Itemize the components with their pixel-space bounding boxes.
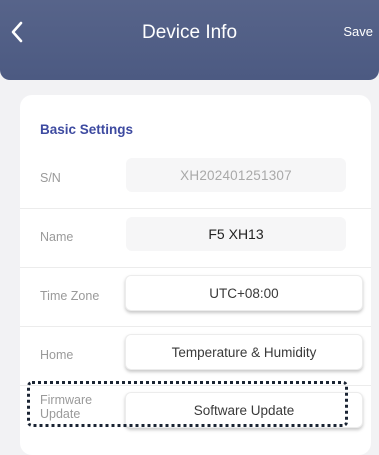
header-bar: Device Info Save [0, 0, 379, 80]
name-label: Name [40, 230, 74, 244]
row-home: Home Temperature & Humidity [20, 327, 371, 385]
row-firmware-update: Firmware Update Software Update [20, 386, 371, 444]
time-zone-label: Time Zone [40, 289, 100, 303]
software-update-button[interactable]: Software Update [125, 392, 363, 428]
settings-card: Basic Settings S/N XH202401251307 Name F… [20, 95, 371, 455]
home-button[interactable]: Temperature & Humidity [125, 334, 363, 370]
row-serial-number: S/N XH202401251307 [20, 150, 371, 208]
save-button[interactable]: Save [343, 24, 373, 40]
name-input[interactable]: F5 XH13 [126, 217, 346, 251]
home-label: Home [40, 348, 74, 362]
page-title: Device Info [141, 22, 238, 43]
serial-number-label: S/N [40, 171, 61, 185]
row-name: Name F5 XH13 [20, 209, 371, 267]
row-time-zone: Time Zone UTC+08:00 [20, 268, 371, 326]
firmware-update-label: Firmware Update [40, 393, 93, 421]
section-title: Basic Settings [40, 122, 134, 137]
time-zone-button[interactable]: UTC+08:00 [125, 275, 363, 311]
serial-number-value: XH202401251307 [126, 158, 346, 192]
